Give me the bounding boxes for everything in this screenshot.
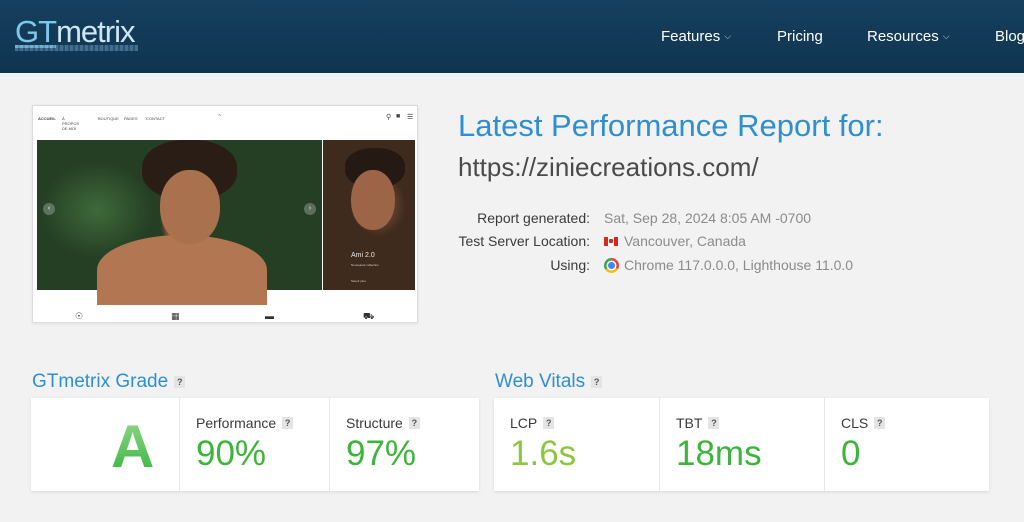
- grade-letter: A: [111, 413, 155, 480]
- using-value: Chrome 117.0.0.0, Lighthouse 11.0.0: [604, 257, 853, 273]
- gtmetrix-grade-title: GTmetrix Grade: [32, 371, 169, 392]
- chevron-down-icon: ⌵: [942, 31, 950, 41]
- thumbnail-search-icon: ⚲: [386, 114, 392, 121]
- lcp-cell: LCP? 1.6s: [494, 398, 659, 491]
- gtmetrix-grade-heading: GTmetrix Grade?: [32, 371, 186, 393]
- chrome-icon: [604, 258, 619, 273]
- test-server-location-text: Vancouver, Canada: [624, 233, 746, 249]
- nav-pricing[interactable]: Pricing: [777, 28, 823, 45]
- thumbnail-next-arrow-icon: ›: [304, 203, 316, 215]
- report-title: Latest Performance Report for:: [458, 108, 884, 143]
- tbt-value: 18ms: [676, 434, 762, 473]
- thumbnail-nav-item: À PROPOS DE MOI: [62, 116, 80, 131]
- logo-tagline-decoration: [15, 45, 138, 51]
- report-generated-value: Sat, Sep 28, 2024 8:05 AM -0700: [604, 210, 812, 226]
- tbt-label: TBT: [676, 415, 703, 431]
- help-icon[interactable]: ?: [408, 417, 420, 429]
- thumbnail-card-icon: ▬: [265, 311, 274, 321]
- web-vitals-title: Web Vitals: [495, 371, 586, 392]
- canada-flag-icon: [604, 237, 618, 246]
- chevron-down-icon: ⌵: [724, 31, 732, 41]
- cls-value: 0: [841, 434, 861, 473]
- using-text: Chrome 117.0.0.0, Lighthouse 11.0.0: [624, 257, 854, 273]
- performance-cell: Performance? 90%: [179, 398, 329, 491]
- test-server-location-value: Vancouver, Canada: [604, 233, 746, 249]
- thumbnail-prev-arrow-icon: ‹: [43, 203, 55, 215]
- nav-blog[interactable]: Blog: [995, 28, 1024, 45]
- structure-value: 97%: [346, 434, 417, 473]
- logo-gt-text: GT: [15, 14, 57, 49]
- help-icon[interactable]: ?: [543, 417, 555, 429]
- thumbnail-hero-slide: ‹ ›: [37, 140, 322, 305]
- nav-resources[interactable]: Resources ⌵: [867, 28, 950, 45]
- cls-cell: CLS? 0: [824, 398, 989, 491]
- thumbnail-nav-item: ACCUEIL: [38, 116, 56, 121]
- nav-blog-label: Blog: [995, 28, 1024, 45]
- help-icon[interactable]: ?: [874, 417, 886, 429]
- tbt-cell: TBT? 18ms: [659, 398, 824, 491]
- performance-label-row: Performance?: [196, 415, 294, 431]
- using-label: Using:: [550, 257, 590, 273]
- lcp-label-row: LCP?: [510, 415, 555, 431]
- lcp-value: 1.6s: [510, 434, 577, 473]
- thumbnail-nav-item: BOUTIQUE: [98, 116, 119, 121]
- help-icon[interactable]: ?: [282, 417, 294, 429]
- structure-label-row: Structure?: [346, 415, 420, 431]
- thumbnail-slide-link: Savoir plus: [351, 279, 366, 283]
- thumbnail-gift-icon: ▦: [171, 311, 180, 321]
- thumbnail-nav-item: CONTACT: [146, 116, 166, 121]
- tbt-label-row: TBT?: [676, 415, 720, 431]
- thumbnail-menu-icon: ☰: [407, 114, 414, 121]
- performance-label: Performance: [196, 415, 277, 431]
- logo-metrix-text: metrix: [56, 14, 135, 49]
- help-icon[interactable]: ?: [708, 417, 720, 429]
- web-vitals-card: LCP? 1.6s TBT? 18ms CLS? 0: [494, 398, 989, 491]
- thumbnail-side-slide: Ami 2.0 Nouveauté collection Savoir plus: [323, 140, 415, 290]
- thumbnail-wifi-icon: ☉: [75, 311, 84, 321]
- cls-label: CLS: [841, 415, 869, 431]
- nav-features-label: Features: [661, 28, 721, 45]
- thumbnail-site-logo: ~: [218, 113, 222, 119]
- help-icon[interactable]: ?: [174, 376, 186, 388]
- nav-resources-label: Resources: [867, 28, 939, 45]
- thumbnail-slide-caption: Ami 2.0: [351, 252, 375, 259]
- web-vitals-heading: Web Vitals?: [495, 371, 603, 393]
- test-server-location-label: Test Server Location:: [458, 233, 590, 249]
- page-screenshot-thumbnail[interactable]: ACCUEIL À PROPOS DE MOI BOUTIQUE PAGES C…: [32, 105, 418, 323]
- thumbnail-truck-icon: ⛟: [363, 311, 375, 321]
- lcp-label: LCP: [510, 415, 538, 431]
- top-navigation-bar: GTmetrix Features ⌵ Pricing Resources ⌵ Bl…: [0, 0, 1024, 73]
- help-icon[interactable]: ?: [591, 376, 603, 388]
- performance-value: 90%: [196, 434, 267, 473]
- thumbnail-nav-item: PAGES: [124, 116, 138, 121]
- report-generated-label: Report generated:: [477, 210, 590, 226]
- gtmetrix-grade-card: A Performance? 90% Structure? 97%: [31, 398, 479, 491]
- thumbnail-slide-subcaption: Nouveauté collection: [351, 263, 379, 267]
- nav-pricing-label: Pricing: [777, 28, 823, 45]
- structure-cell: Structure? 97%: [329, 398, 479, 491]
- thumbnail-cart-icon: ■: [396, 113, 401, 120]
- thumbnail-site-nav: ACCUEIL À PROPOS DE MOI BOUTIQUE PAGES C…: [36, 111, 416, 131]
- report-url[interactable]: https://ziniecreations.com/: [458, 152, 759, 183]
- structure-label: Structure: [346, 415, 403, 431]
- nav-features[interactable]: Features ⌵: [661, 28, 731, 45]
- cls-label-row: CLS?: [841, 415, 886, 431]
